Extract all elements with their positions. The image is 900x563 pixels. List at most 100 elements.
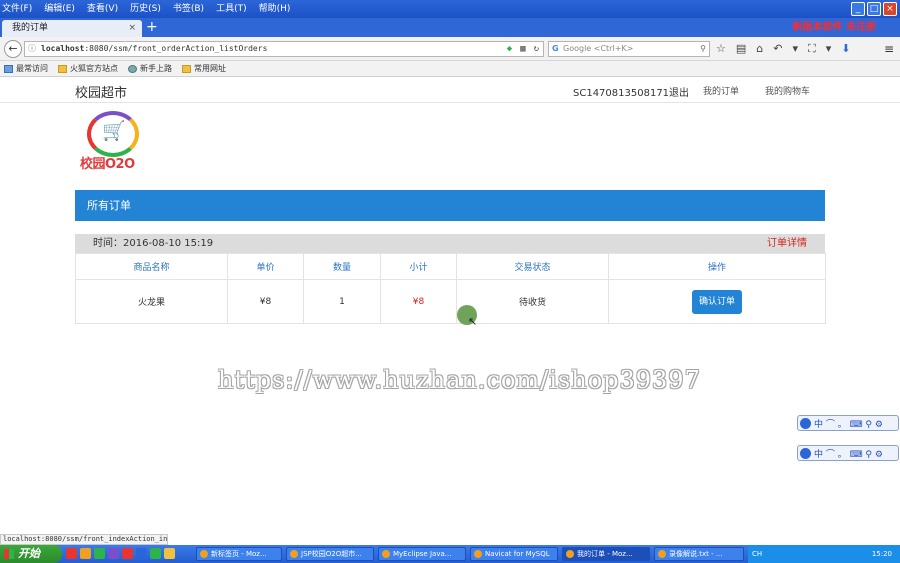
shopping-cart-icon: 🛒 xyxy=(102,120,126,142)
crop-icon[interactable]: ⛶ xyxy=(808,42,816,56)
taskbar-item[interactable]: Navicat for MySQL xyxy=(470,547,558,561)
bookmark-label: 最常访问 xyxy=(16,63,48,73)
menu-item-tools[interactable]: 工具(T) xyxy=(216,1,247,14)
quicklaunch-icon[interactable] xyxy=(122,548,133,559)
status-bar-url: localhost:8080/ssm/front_indexAction_ind… xyxy=(0,534,168,545)
dropdown-icon[interactable]: ▾ xyxy=(792,42,798,56)
new-tab-button[interactable]: + xyxy=(146,20,158,34)
menu-item-help[interactable]: 帮助(H) xyxy=(259,1,291,14)
username: SC1470813508171 xyxy=(573,88,670,99)
subtotal: ¥8 xyxy=(380,279,457,324)
dropdown-icon-2[interactable]: ▾ xyxy=(826,42,832,56)
taskbar-item[interactable]: JSP校园O2O超市... xyxy=(286,547,374,561)
home-icon[interactable]: ⌂ xyxy=(756,42,763,56)
clock[interactable]: 15:20 xyxy=(872,545,892,563)
mouse-cursor-icon: ↖ xyxy=(468,315,478,328)
action-cell: 确认订单 xyxy=(608,279,826,324)
menu-item-bookmarks[interactable]: 书签(B) xyxy=(173,1,204,14)
quick-launch xyxy=(66,548,175,559)
download-icon[interactable]: ⬇ xyxy=(841,42,850,56)
web-page: 校园超市 SC1470813508171退出 我的订单 我的购物车 🛒 校园O2… xyxy=(0,77,900,531)
quicklaunch-icon[interactable] xyxy=(94,548,105,559)
nav-my-orders[interactable]: 我的订单 xyxy=(703,84,739,97)
quicklaunch-icon[interactable] xyxy=(164,548,175,559)
menu-item-view[interactable]: 查看(V) xyxy=(87,1,118,14)
bookmark-getting-started[interactable]: 新手上路 xyxy=(128,61,172,76)
bookmark-most-visited[interactable]: 最常访问 xyxy=(4,61,48,76)
confirm-order-button[interactable]: 确认订单 xyxy=(691,289,742,314)
unregistered-warning: 新版本软件 未注册 xyxy=(792,22,876,33)
menu-item-file[interactable]: 文件(F) xyxy=(2,1,32,14)
quantity: 1 xyxy=(303,279,381,324)
nav-my-cart[interactable]: 我的购物车 xyxy=(765,84,810,97)
quicklaunch-icon[interactable] xyxy=(80,548,91,559)
language-indicator[interactable]: CH xyxy=(752,550,762,558)
watermark: https://www.huzhan.com/ishop39397 xyxy=(218,366,701,394)
order-detail-link[interactable]: 订单详情 xyxy=(767,234,807,253)
bookmark-label: 常用网址 xyxy=(194,63,226,73)
navigation-toolbar: ← ⓘ localhost:8080/ssm/front_orderAction… xyxy=(0,37,900,61)
start-button[interactable]: 开始 xyxy=(0,545,62,563)
bookmarks-bar: 最常访问 火狐官方站点 新手上路 常用网址 xyxy=(0,61,900,77)
quicklaunch-icon[interactable] xyxy=(108,548,119,559)
close-icon[interactable]: × xyxy=(883,2,897,16)
quicklaunch-icon[interactable] xyxy=(66,548,77,559)
reading-list-icon[interactable]: ▤ xyxy=(736,42,746,56)
toolbar-icons: ☆ ▤ ⌂ ↶ ▾ ⛶ ▾ ⬇ xyxy=(716,42,850,56)
ime-text: 中 ⌒ 。 ⌨ ⚲ ⚙ xyxy=(814,449,883,460)
browser-titlebar: 文件(F) 编辑(E) 查看(V) 历史(S) 书签(B) 工具(T) 帮助(H… xyxy=(0,0,900,20)
maximize-icon[interactable]: □ xyxy=(867,2,881,16)
address-bar[interactable]: ⓘ localhost:8080/ssm/front_orderAction_l… xyxy=(24,41,544,57)
column-header: 交易状态 xyxy=(456,253,609,280)
taskbar-item[interactable]: 新标签页 - Moz... xyxy=(196,547,282,561)
info-icon[interactable]: ⓘ xyxy=(28,42,36,56)
tab-my-orders[interactable]: 我的订单 × xyxy=(2,20,142,37)
bookmark-firefox-site[interactable]: 火狐官方站点 xyxy=(58,61,118,76)
order-table-header: 商品名称 单价 数量 小计 交易状态 操作 xyxy=(75,253,826,280)
site-navbar: 校园超市 SC1470813508171退出 我的订单 我的购物车 xyxy=(0,77,900,103)
star-icon[interactable]: ☆ xyxy=(716,42,726,56)
menu-item-history[interactable]: 历史(S) xyxy=(130,1,161,14)
site-brand[interactable]: 校园超市 xyxy=(75,82,127,101)
ime-toolbar-2[interactable]: 中 ⌒ 。 ⌨ ⚲ ⚙ xyxy=(797,445,899,461)
tab-close-icon[interactable]: × xyxy=(128,20,136,37)
ime-toolbar[interactable]: 中 ⌒ 。 ⌨ ⚲ ⚙ xyxy=(797,415,899,431)
quicklaunch-icon[interactable] xyxy=(150,548,161,559)
bookmark-common-sites[interactable]: 常用网址 xyxy=(182,61,226,76)
search-icon[interactable]: ⚲ xyxy=(700,42,706,56)
undo-icon[interactable]: ↶ xyxy=(773,42,782,56)
order-time-label: 时间： xyxy=(93,238,123,249)
taskbar-item[interactable]: MyEclipse Java... xyxy=(378,547,466,561)
system-tray: CH 15:20 xyxy=(748,545,900,563)
column-header: 操作 xyxy=(608,253,826,280)
order-time-value: 2016-08-10 15:19 xyxy=(123,238,214,249)
back-button[interactable]: ← xyxy=(4,40,22,58)
search-input[interactable]: G Google <Ctrl+K> ⚲ xyxy=(548,41,710,57)
qrcode-icon[interactable]: ▦ xyxy=(520,42,525,56)
reload-icon[interactable]: ↻ xyxy=(534,42,539,56)
search-placeholder: Google <Ctrl+K> xyxy=(563,44,634,53)
tab-title: 我的订单 xyxy=(12,23,49,33)
user-area: SC1470813508171退出 xyxy=(573,84,689,99)
menu-icon[interactable]: ≡ xyxy=(884,42,894,56)
unit-price: ¥8 xyxy=(227,279,304,324)
menu-item-edit[interactable]: 编辑(E) xyxy=(44,1,75,14)
order-table: 商品名称 单价 数量 小计 交易状态 操作 火龙果 ¥8 1 ¥8 待收货 确认… xyxy=(75,253,826,324)
shield-icon[interactable]: ◆ xyxy=(507,42,512,56)
site-logo[interactable]: 🛒 校园O2O xyxy=(80,111,146,173)
quicklaunch-icon[interactable] xyxy=(136,548,147,559)
column-header: 商品名称 xyxy=(75,253,228,280)
logo-text: 校园O2O xyxy=(80,157,135,172)
minimize-icon[interactable]: _ xyxy=(851,2,865,16)
taskbar-item-active[interactable]: 我的订单 - Moz... xyxy=(562,547,650,561)
column-header: 单价 xyxy=(227,253,304,280)
windows-logo-icon xyxy=(4,549,14,559)
logout-link[interactable]: 退出 xyxy=(669,88,689,99)
table-row: 火龙果 ¥8 1 ¥8 待收货 确认订单 xyxy=(75,279,826,324)
url-path: :8080/ssm/front_orderAction_listOrders xyxy=(84,44,268,53)
product-name: 火龙果 xyxy=(75,279,228,324)
window-controls: _ □ × xyxy=(851,2,897,16)
taskbar-item[interactable]: 录像解说.txt - ... xyxy=(654,547,744,561)
column-header: 数量 xyxy=(303,253,381,280)
start-label: 开始 xyxy=(18,547,40,560)
